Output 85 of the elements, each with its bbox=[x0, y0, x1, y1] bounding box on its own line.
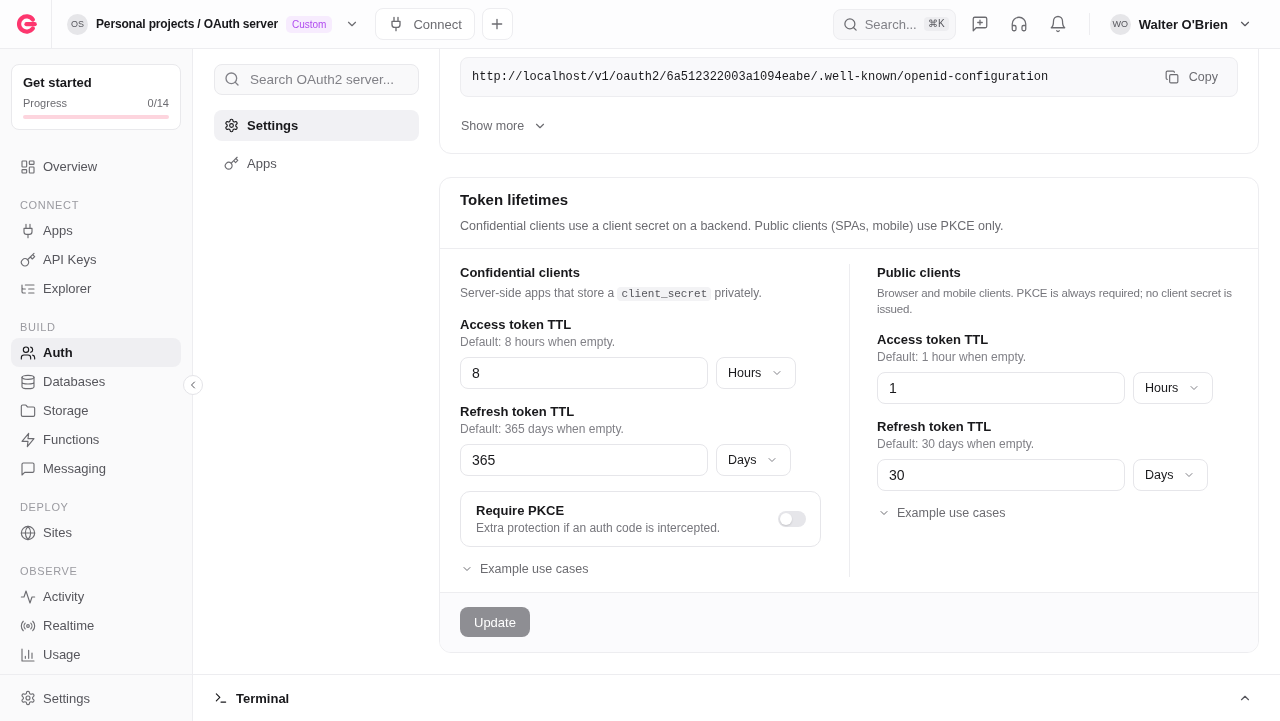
unit-select[interactable]: Hours bbox=[716, 357, 797, 389]
key-icon bbox=[20, 251, 36, 268]
sidebar-item[interactable]: Apps bbox=[11, 216, 181, 245]
column-description: Browser and mobile clients. PKCE is always required; no client secret is issued. bbox=[877, 286, 1233, 317]
section-heading: OBSERVE bbox=[19, 564, 79, 579]
connect-button[interactable]: Connect bbox=[375, 8, 475, 40]
get-started-title: Get started bbox=[23, 75, 93, 91]
copy-icon bbox=[1164, 70, 1179, 84]
search-field[interactable]: Search OAuth2 server... bbox=[214, 64, 419, 95]
ttl-input[interactable]: 8 bbox=[460, 357, 708, 389]
sidebar-item[interactable]: Databases bbox=[11, 367, 181, 396]
sidebar-item[interactable]: Functions bbox=[11, 425, 181, 454]
unit-select[interactable]: Days bbox=[1133, 459, 1209, 491]
sidebar-item[interactable]: API Keys bbox=[11, 245, 181, 274]
chat-bubble-icon bbox=[20, 460, 36, 477]
headphones-icon[interactable] bbox=[1009, 15, 1028, 33]
field-hint: Default: 365 days when empty. bbox=[460, 421, 625, 437]
column-title: Public clients bbox=[877, 264, 962, 282]
get-started-card[interactable]: Get started Progress 0/14 bbox=[11, 64, 181, 130]
progress-count: 0/14 bbox=[147, 96, 169, 110]
sidebar-item[interactable]: Explorer bbox=[11, 274, 181, 303]
unit-select[interactable]: Days bbox=[716, 444, 792, 476]
pulse-icon bbox=[20, 588, 36, 605]
sidebar-item[interactable]: Activity bbox=[11, 582, 181, 611]
sidebar-item[interactable]: Realtime bbox=[11, 611, 181, 640]
field-label: Refresh token TTL bbox=[877, 419, 993, 435]
progress-label: Progress bbox=[23, 96, 68, 110]
ttl-input[interactable]: 30 bbox=[877, 459, 1125, 491]
ttl-input[interactable]: 365 bbox=[460, 444, 708, 476]
sidebar-item[interactable]: Settings bbox=[11, 683, 181, 713]
plug-icon bbox=[20, 222, 36, 239]
section-heading: DEPLOY bbox=[19, 500, 70, 515]
field-hint: Default: 8 hours when empty. bbox=[460, 334, 617, 350]
sidebar-item[interactable]: Auth bbox=[11, 338, 181, 367]
key-icon bbox=[224, 156, 239, 171]
field-label: Access token TTL bbox=[460, 317, 573, 333]
user-avatar[interactable]: WO bbox=[1109, 13, 1131, 35]
settings-icon bbox=[20, 690, 36, 706]
sidebar-item[interactable]: Storage bbox=[11, 396, 181, 425]
example-use-cases-link[interactable]: Example use cases bbox=[460, 561, 589, 577]
bell-icon[interactable] bbox=[1048, 15, 1067, 33]
field-hint: Default: 30 days when empty. bbox=[877, 436, 1036, 452]
subnav-item[interactable]: Apps bbox=[214, 148, 419, 179]
card-description: Confidential clients use a client secret on a backend. Public clients (SPAs, mobile) use PKCE only. bbox=[460, 218, 1005, 234]
database-icon bbox=[20, 373, 36, 390]
plan-badge: Custom bbox=[285, 15, 333, 33]
field-hint: Default: 1 hour when empty. bbox=[877, 349, 1028, 365]
search-icon bbox=[224, 71, 240, 87]
add-button[interactable] bbox=[481, 8, 513, 40]
user-name[interactable]: Walter O'Brien bbox=[1138, 16, 1228, 32]
show-more-button[interactable]: Show more bbox=[460, 116, 548, 136]
setting-description: Extra protection if an auth code is intercepted. bbox=[476, 520, 721, 536]
field-label: Refresh token TTL bbox=[460, 404, 576, 420]
unit-select[interactable]: Hours bbox=[1133, 372, 1214, 404]
terminal-label: Terminal bbox=[236, 690, 290, 706]
section-heading: CONNECT bbox=[19, 198, 80, 213]
grid-icon bbox=[20, 158, 36, 175]
users-icon bbox=[20, 344, 36, 361]
settings-icon bbox=[224, 118, 239, 133]
copy-button[interactable]: Copy bbox=[1164, 70, 1218, 84]
sidebar-item[interactable]: Overview bbox=[11, 152, 181, 181]
sidebar-item[interactable]: Usage bbox=[11, 640, 181, 669]
lightning-icon bbox=[20, 431, 36, 448]
terminal-icon bbox=[214, 691, 228, 705]
sidebar-item[interactable]: Sites bbox=[11, 518, 181, 547]
search-icon bbox=[842, 16, 858, 32]
bar-chart-icon bbox=[20, 646, 36, 663]
logo-icon[interactable] bbox=[14, 13, 37, 35]
project-breadcrumb[interactable]: Personal projects / OAuth server bbox=[96, 17, 278, 31]
globe-icon bbox=[20, 524, 36, 541]
sidebar-item[interactable]: Messaging bbox=[11, 454, 181, 483]
setting-title: Require PKCE bbox=[476, 502, 566, 519]
field-label: Access token TTL bbox=[877, 332, 990, 348]
ttl-input[interactable]: 1 bbox=[877, 372, 1125, 404]
pkce-toggle[interactable] bbox=[778, 511, 806, 527]
endpoint-url: http://localhost/v1/oauth2/6a512322003a1094eabe/.well-known/openid-configuration bbox=[472, 70, 1049, 84]
column-description: Server-side apps that store a client_secret privately. bbox=[460, 285, 763, 302]
card-title: Token lifetimes bbox=[460, 190, 570, 210]
example-use-cases-link[interactable]: Example use cases bbox=[877, 505, 1006, 521]
column-title: Confidential clients bbox=[460, 264, 581, 282]
project-avatar: OS bbox=[67, 13, 88, 35]
message-plus-icon[interactable] bbox=[970, 15, 989, 33]
folder-icon bbox=[20, 402, 36, 419]
subnav-item[interactable]: Settings bbox=[214, 110, 419, 141]
section-heading: BUILD bbox=[19, 320, 57, 335]
